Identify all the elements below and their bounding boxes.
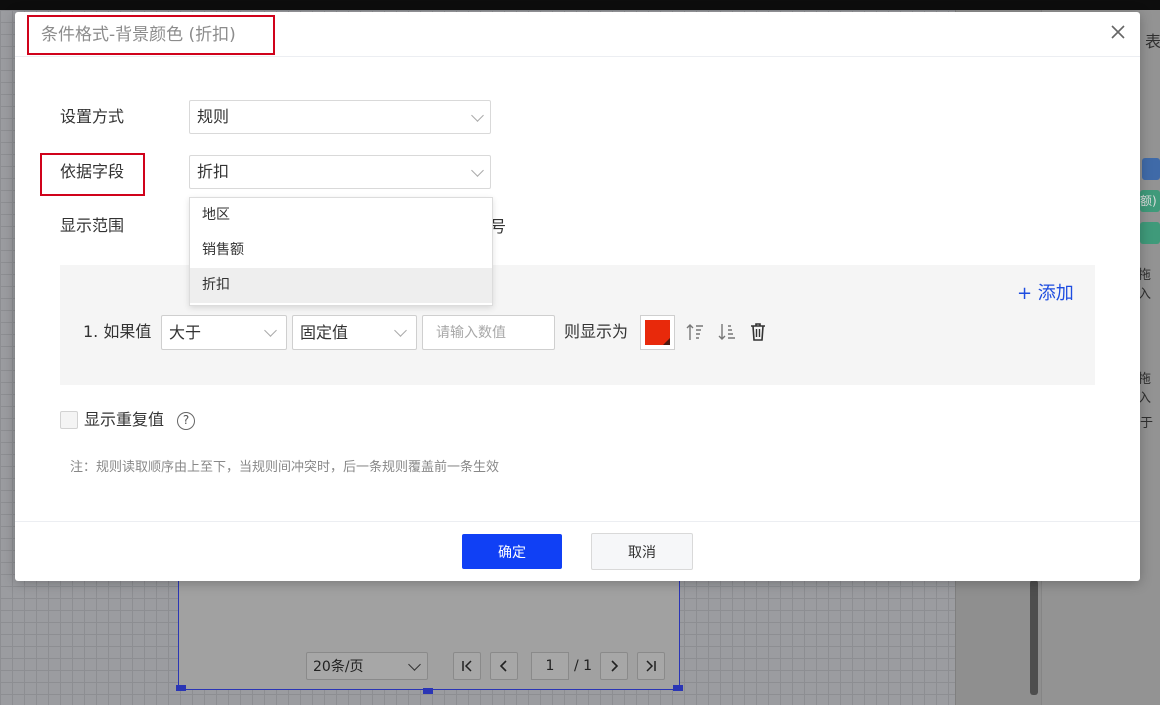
right-panel-text-1: 拖入 (1138, 268, 1152, 302)
dialog-title: 条件格式-背景颜色 (折扣) (27, 15, 275, 55)
trash-glyph (751, 323, 765, 341)
operator-value: 大于 (169, 323, 202, 342)
chevron-down-icon (471, 109, 484, 122)
page-size-value: 20条/页 (313, 659, 364, 675)
prev-page-button[interactable] (490, 652, 518, 680)
field-select-value: 折扣 (197, 162, 230, 181)
setup-method-select[interactable]: 规则 (189, 100, 491, 134)
right-panel-pill-green-2 (1140, 222, 1160, 244)
move-down-glyph (718, 324, 735, 340)
conditional-format-dialog: 条件格式-背景颜色 (折扣) 设置方式 规则 依据字段 折扣 地区 销售额 折扣… (15, 12, 1140, 581)
resize-handle-bottom-left[interactable] (176, 685, 186, 691)
cancel-button[interactable]: 取消 (591, 533, 693, 570)
setup-method-value: 规则 (197, 107, 230, 126)
resize-handle-bottom[interactable] (423, 688, 433, 694)
rule-value-input[interactable] (422, 315, 555, 350)
field-label: 依据字段 (60, 162, 125, 181)
first-page-icon (462, 660, 472, 672)
right-panel-text-3: 于 (1140, 416, 1154, 431)
confirm-button[interactable]: 确定 (462, 534, 562, 569)
operator-select[interactable]: 大于 (161, 315, 287, 350)
right-panel-pill-blue (1142, 158, 1160, 180)
top-bar (0, 0, 1160, 10)
move-up-glyph (686, 324, 703, 340)
chevron-down-icon (264, 324, 277, 337)
show-duplicates-checkbox[interactable] (60, 411, 78, 429)
display-range-label: 显示范围 (60, 216, 125, 235)
field-select[interactable]: 折扣 (189, 155, 491, 189)
right-panel-text-0: 表 (1145, 32, 1160, 51)
right-panel-scrollbar[interactable] (1030, 580, 1038, 695)
dialog-footer (15, 521, 1140, 582)
field-option-region[interactable]: 地区 (190, 198, 492, 233)
page-size-select[interactable]: 20条/页 (306, 652, 428, 680)
chevron-down-icon (471, 164, 484, 177)
chevron-down-icon (408, 658, 421, 671)
rule-condition-label: 1. 如果值 (83, 322, 152, 341)
dialog-header: 条件格式-背景颜色 (折扣) (15, 12, 1140, 57)
delete-icon[interactable] (748, 321, 768, 343)
field-option-sales[interactable]: 销售额 (190, 233, 492, 268)
resize-handle-bottom-right[interactable] (673, 685, 683, 691)
first-page-button[interactable] (453, 652, 481, 680)
chevron-left-icon (499, 660, 507, 672)
last-page-icon (646, 660, 656, 672)
last-page-button[interactable] (637, 652, 665, 680)
field-dropdown: 地区 销售额 折扣 (189, 197, 493, 306)
move-down-icon[interactable] (717, 321, 737, 343)
total-pages: / 1 (574, 658, 593, 674)
color-picker-corner-icon (663, 338, 670, 345)
help-icon[interactable]: ? (177, 412, 195, 430)
setup-method-label: 设置方式 (60, 107, 125, 126)
next-page-button[interactable] (600, 652, 628, 680)
current-page-input[interactable]: 1 (531, 652, 569, 680)
rule-note: 注：规则读取顺序由上至下，当规则间冲突时，后一条规则覆盖前一条生效 (70, 460, 500, 475)
then-display-label: 则显示为 (564, 322, 629, 341)
close-icon[interactable] (1108, 24, 1128, 44)
move-up-icon[interactable] (685, 321, 705, 343)
value-type-value: 固定值 (300, 323, 349, 342)
chevron-down-icon (394, 324, 407, 337)
close-x-glyph (1111, 25, 1125, 39)
right-panel-pill-green: 额) (1140, 190, 1160, 212)
add-rule-button[interactable]: + 添加 (1017, 279, 1074, 305)
color-picker[interactable] (640, 315, 675, 350)
right-panel-text-2: 拖入 (1138, 372, 1152, 406)
value-type-select[interactable]: 固定值 (292, 315, 417, 350)
chevron-right-icon (611, 660, 619, 672)
field-option-discount[interactable]: 折扣 (190, 268, 492, 303)
show-duplicates-label: 显示重复值 (84, 410, 165, 429)
